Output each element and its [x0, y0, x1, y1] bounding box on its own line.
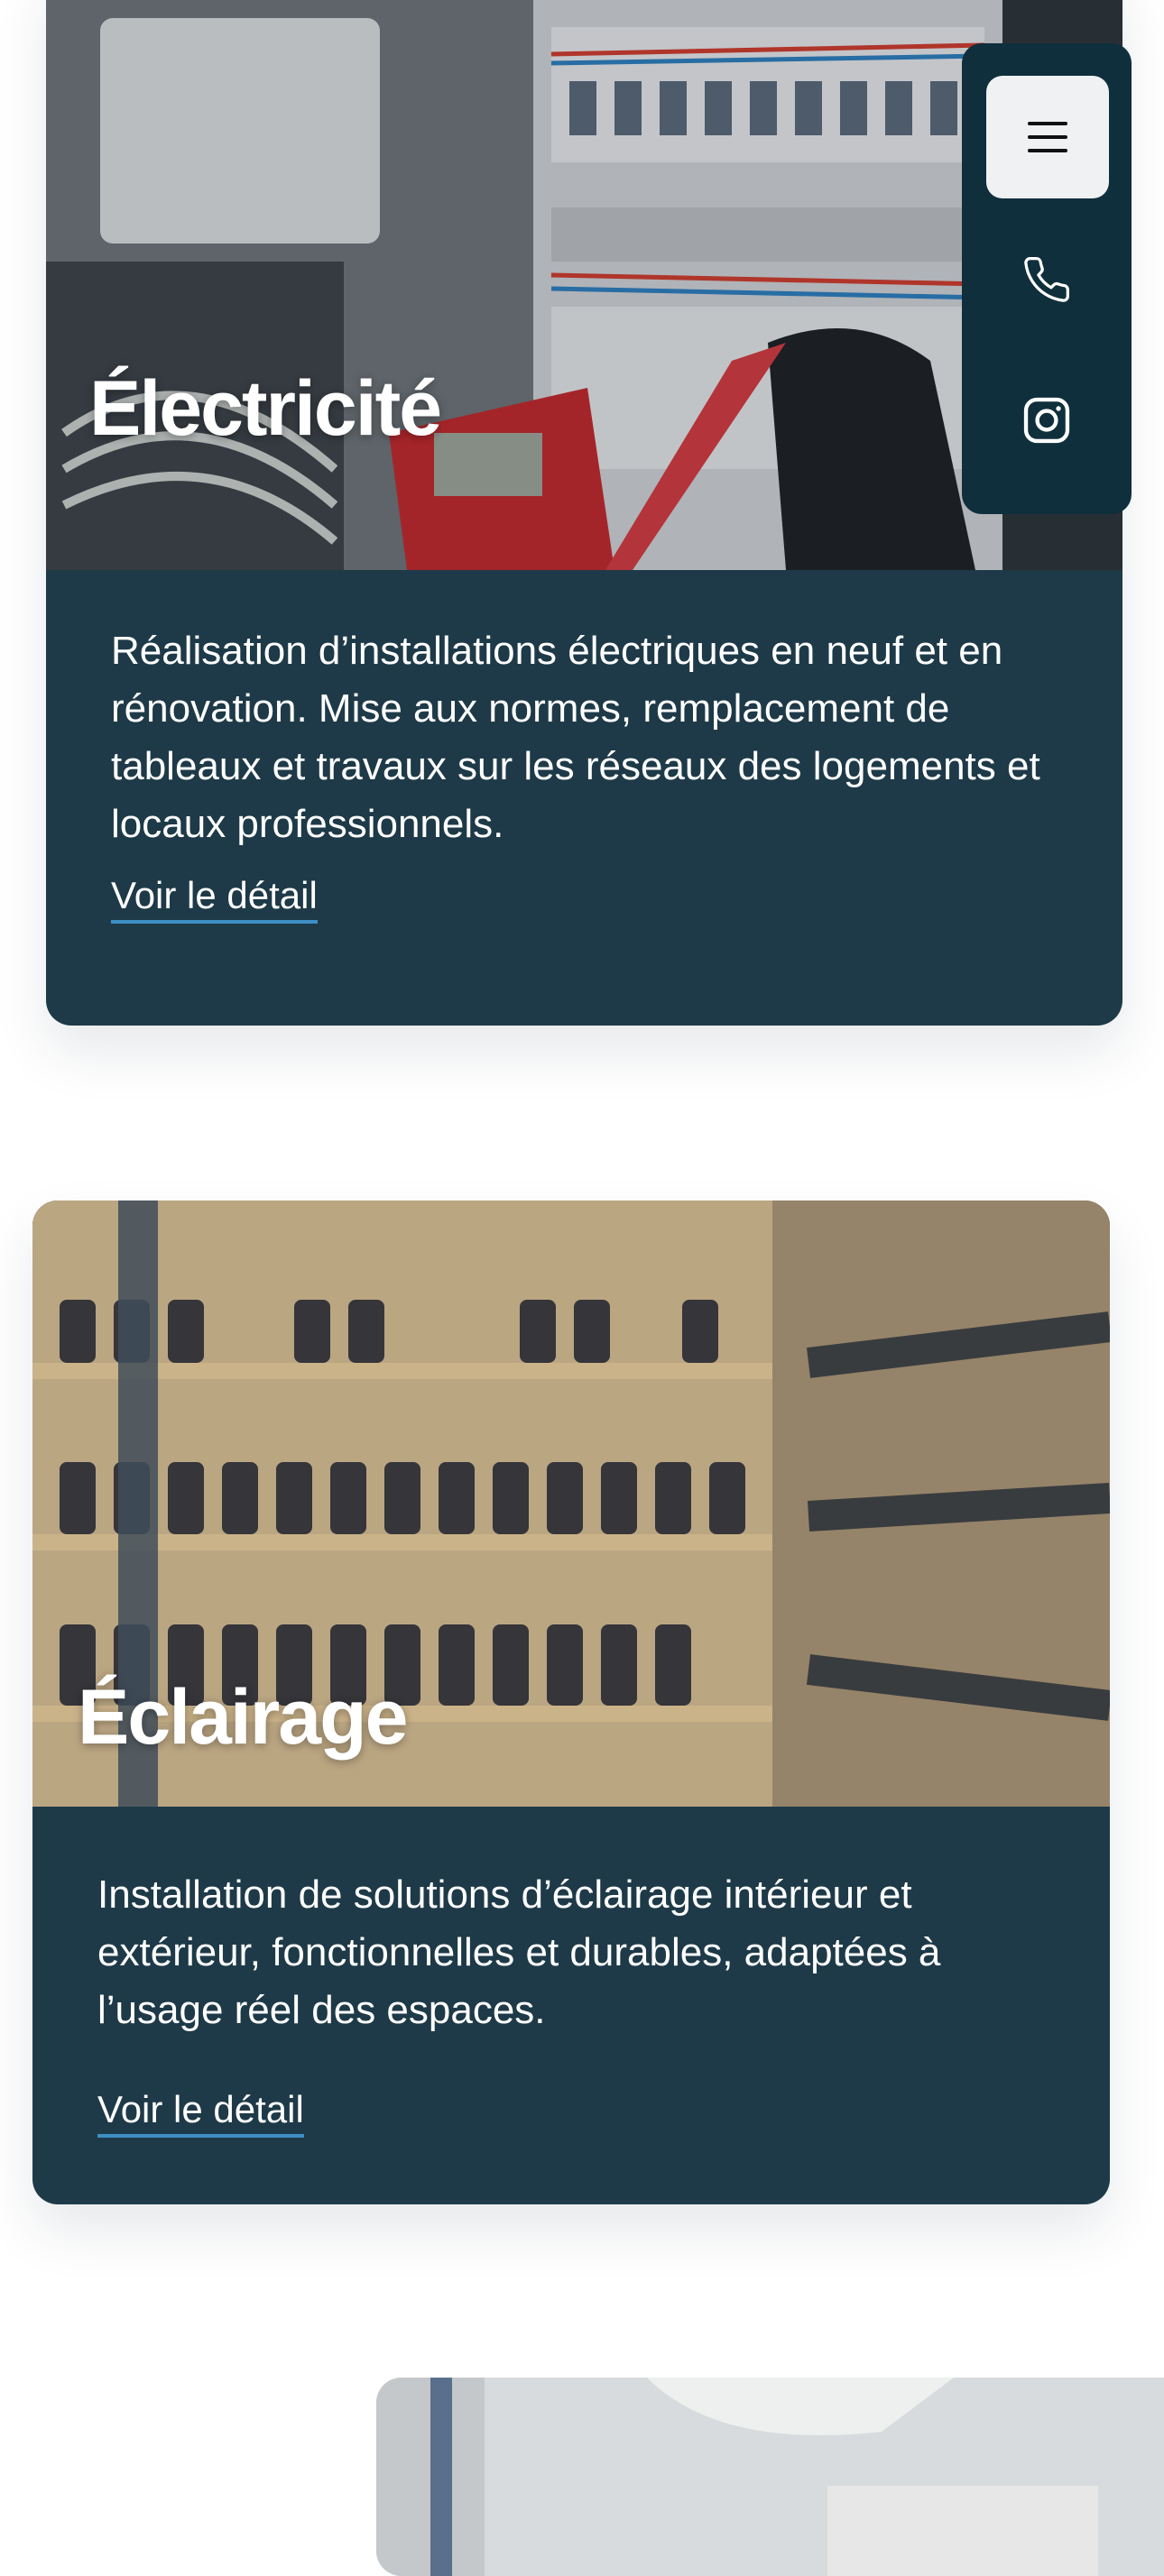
card-description: Installation de solutions d’éclairage in…: [97, 1872, 941, 2032]
card-title: Éclairage: [78, 1674, 408, 1761]
menu-icon: [1028, 122, 1067, 152]
partial-card-image: [376, 2378, 1164, 2576]
phone-button[interactable]: [1003, 236, 1090, 323]
voir-le-detail-link[interactable]: Voir le détail: [111, 874, 318, 925]
voir-le-detail-link[interactable]: Voir le détail: [97, 2088, 304, 2139]
service-card-partial: [376, 2378, 1164, 2576]
menu-button[interactable]: [986, 76, 1109, 198]
instagram-button[interactable]: [1003, 377, 1090, 464]
card-description: Réalisation d’installations électriques …: [111, 629, 1040, 846]
floating-action-bar: [962, 43, 1132, 514]
instagram-icon: [1023, 397, 1070, 444]
card-title: Électricité: [89, 365, 442, 452]
service-card-eclairage: Éclairage Installation de solutions d’éc…: [32, 1201, 1110, 2204]
phone-icon: [1024, 257, 1069, 302]
